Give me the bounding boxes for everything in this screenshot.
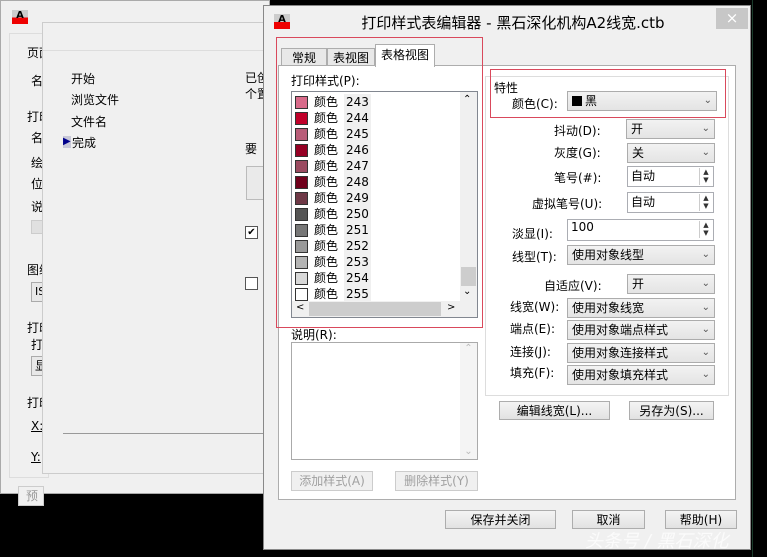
save-as-button[interactable]: 另存为(S)... [629, 401, 714, 420]
screening-value: 100 [571, 220, 594, 234]
linetype-label: 线型(T): [512, 250, 557, 264]
step-start: 开始 [71, 72, 96, 86]
adaptive-label: 自适应(V): [544, 279, 602, 293]
edit-lineweights-button[interactable]: 编辑线宽(L)... [499, 401, 610, 420]
joinstyle-label: 连接(J): [510, 345, 551, 359]
virtual-pen-spinner[interactable]: 自动 ▲ ▼ [627, 192, 714, 213]
chevron-down-icon: ⌄ [701, 324, 710, 335]
chevron-down-icon: ⌄ [701, 147, 710, 158]
highlight-box-styles [276, 37, 483, 328]
add-plot-style-wizard: 开始 浏览文件 文件名 ▶ 完成 已创 个置 要 ✔ [42, 22, 270, 474]
checkbox-checked[interactable]: ✔ [245, 226, 258, 239]
description-label: 说明(R): [291, 328, 337, 342]
separator [63, 433, 269, 434]
chevron-down-icon: ⌄ [701, 123, 710, 134]
chevron-down-icon: ⌄ [701, 249, 710, 260]
adaptive-combo[interactable]: 开 ⌄ [627, 274, 715, 294]
delete-style-button[interactable]: 删除样式(Y) [395, 471, 478, 491]
chevron-down-icon: ⌄ [701, 278, 710, 289]
endstyle-combo[interactable]: 使用对象端点样式 ⌄ [567, 320, 715, 340]
chevron-down-icon: ⌄ [701, 302, 710, 313]
y-label: Y: [31, 450, 41, 464]
endstyle-value: 使用对象端点样式 [572, 323, 669, 337]
chevron-down-icon: ⌄ [701, 347, 710, 358]
add-style-button[interactable]: 添加样式(A) [291, 471, 373, 491]
virtual-pen-label: 虚拟笔号(U): [532, 197, 603, 211]
chevron-down-icon: ⌄ [701, 369, 710, 380]
lineweight-combo[interactable]: 使用对象线宽 ⌄ [567, 298, 715, 318]
autocad-logo-icon: A [12, 10, 28, 24]
linetype-value: 使用对象线型 [572, 248, 645, 262]
joinstyle-combo[interactable]: 使用对象连接样式 ⌄ [567, 343, 715, 363]
highlight-box-color [490, 69, 726, 118]
screening-label: 淡显(I): [512, 227, 553, 241]
grayscale-value: 关 [632, 146, 645, 160]
grayscale-label: 灰度(G): [554, 146, 601, 160]
fill-label: 填充(F): [510, 366, 555, 380]
close-button[interactable]: × [716, 8, 748, 29]
spin-up-down-icon[interactable]: ▲ ▼ [699, 221, 712, 238]
screening-spinner[interactable]: 100 ▲ ▼ [567, 219, 714, 241]
pen-label: 笔号(#): [554, 171, 602, 185]
lineweight-value: 使用对象线宽 [572, 301, 645, 315]
step-filename: 文件名 [71, 115, 108, 129]
canvas-grid-line [752, 0, 753, 557]
pen-value: 自动 [631, 169, 656, 183]
pen-spinner[interactable]: 自动 ▲ ▼ [627, 166, 714, 187]
lineweight-label: 线宽(W): [510, 300, 560, 314]
checkbox-unchecked[interactable] [245, 277, 258, 290]
tab-form-view[interactable]: 表格视图 [375, 44, 435, 67]
description-textarea[interactable]: ⌃ ⌄ [291, 342, 478, 460]
joinstyle-value: 使用对象连接样式 [572, 346, 669, 360]
step-finish: 完成 [72, 136, 97, 150]
preview-button[interactable]: 预 [18, 486, 44, 506]
save-and-close-button[interactable]: 保存并关闭 [445, 510, 556, 529]
spin-up-down-icon[interactable]: ▲ ▼ [699, 194, 712, 211]
wizard-header [43, 23, 269, 51]
spin-up-down-icon[interactable]: ▲ ▼ [699, 168, 712, 185]
fill-value: 使用对象填充样式 [572, 368, 669, 382]
dither-combo[interactable]: 开 ⌄ [626, 119, 715, 139]
current-step-arrow-icon: ▶ [63, 136, 71, 148]
watermark: 头条号 / 黑石深化 [585, 531, 729, 552]
desc-scrollbar[interactable]: ⌃ ⌄ [460, 343, 477, 459]
virtual-pen-value: 自动 [631, 195, 656, 209]
dither-label: 抖动(D): [554, 124, 601, 138]
info-text-3: 要 [245, 142, 258, 156]
dither-value: 开 [631, 122, 644, 136]
linetype-combo[interactable]: 使用对象线型 ⌄ [567, 245, 715, 265]
dialog-title: 打印样式表编辑器 - 黑石深化机构A2线宽.ctb [361, 14, 665, 32]
step-browse: 浏览文件 [71, 93, 120, 107]
adaptive-value: 开 [632, 277, 645, 291]
fill-combo[interactable]: 使用对象填充样式 ⌄ [567, 365, 715, 385]
plot-style-editor-dialog: A 打印样式表编辑器 - 黑石深化机构A2线宽.ctb × 常规 表视图 表格视… [263, 5, 751, 550]
grayscale-combo[interactable]: 关 ⌄ [627, 143, 715, 163]
endstyle-label: 端点(E): [510, 322, 555, 336]
